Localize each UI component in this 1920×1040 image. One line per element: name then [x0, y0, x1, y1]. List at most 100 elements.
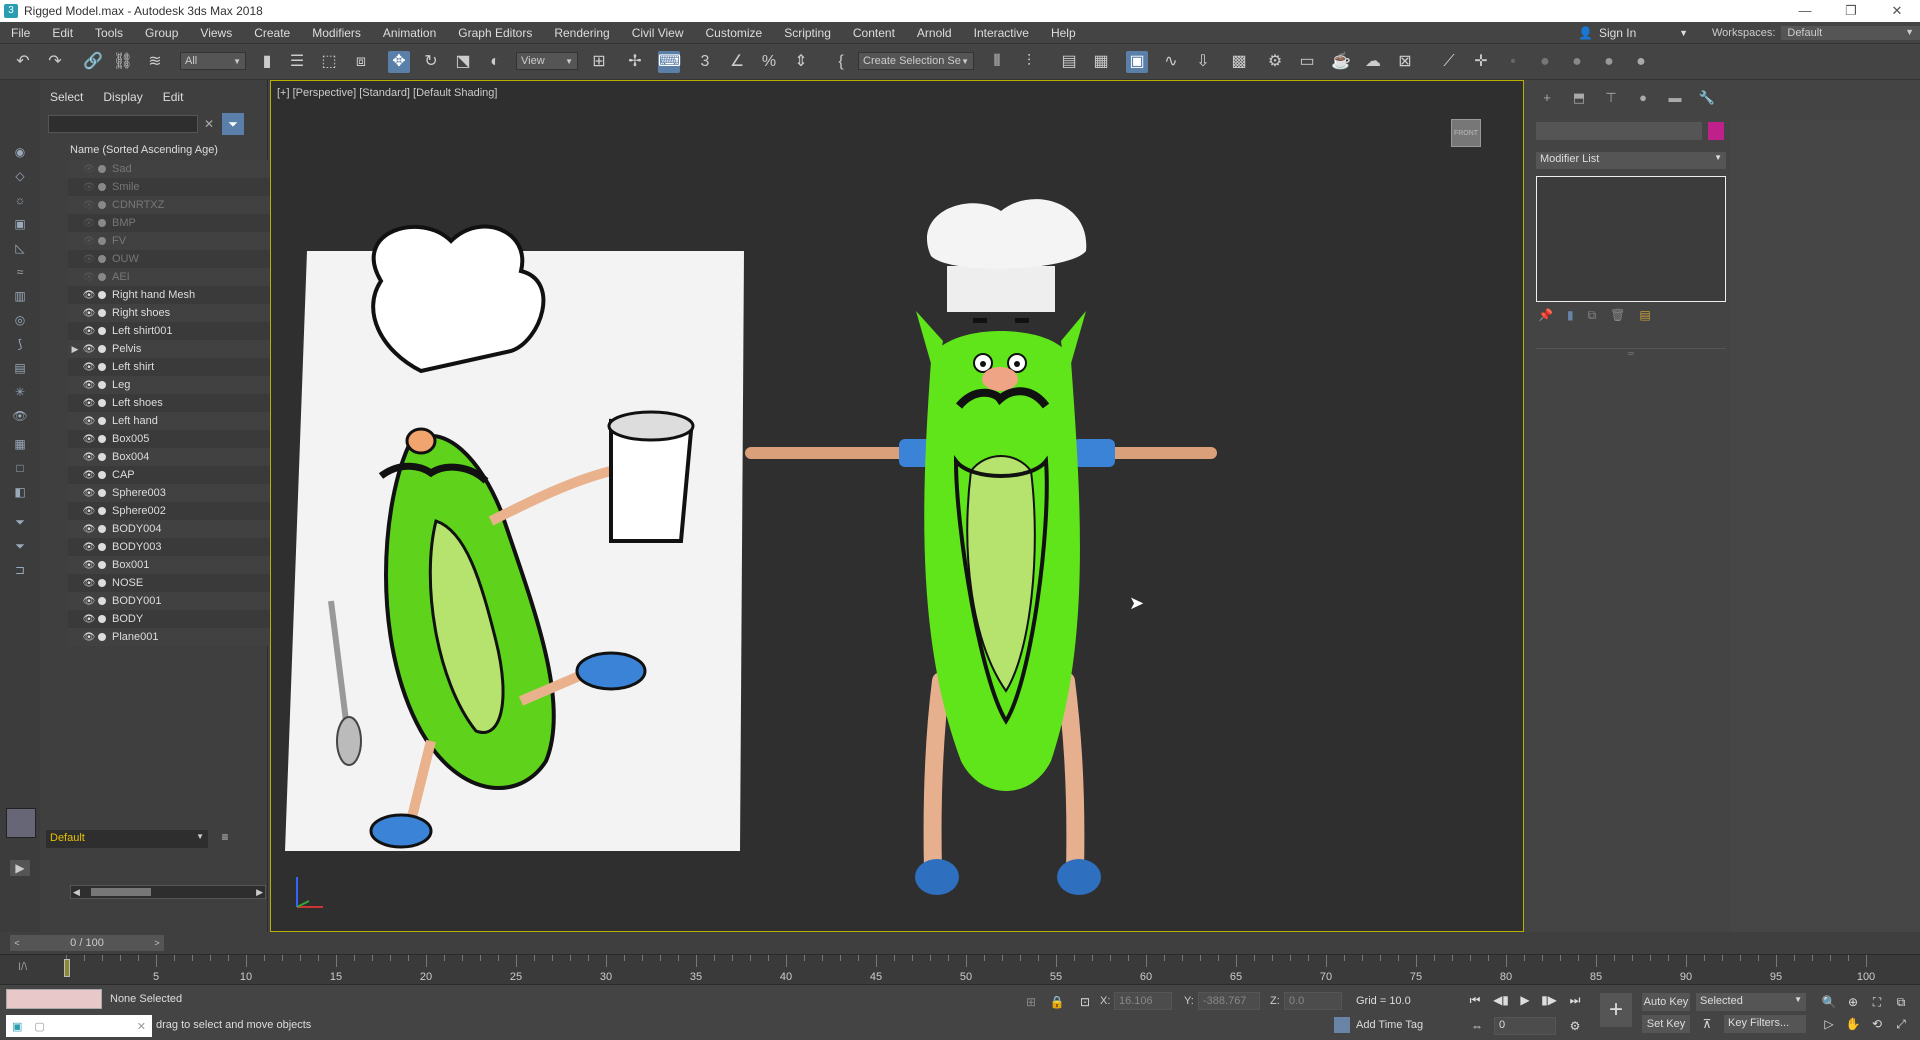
edit-named-selection-icon[interactable]: {	[830, 51, 852, 73]
freeze-toggle-icon[interactable]	[98, 561, 106, 569]
freeze-toggle-icon[interactable]	[98, 255, 106, 263]
list-item[interactable]: ▶ 👁 Pelvis	[68, 340, 304, 358]
playhead[interactable]	[64, 959, 70, 977]
undo-icon[interactable]: ↶	[12, 51, 34, 73]
freeze-toggle-icon[interactable]	[98, 345, 106, 353]
menu-modifiers[interactable]: Modifiers	[301, 22, 372, 44]
explorer-horizontal-scrollbar[interactable]: ◀ ▶	[70, 885, 266, 899]
tab-close-icon[interactable]: ✕	[137, 1020, 146, 1033]
make-unique-icon[interactable]: ⧉	[1588, 308, 1597, 323]
list-item[interactable]: 👁 Right shoes	[68, 304, 304, 322]
hierarchy-tab-icon[interactable]: ⊤	[1602, 90, 1620, 108]
expand-panel-icon[interactable]: ▶	[10, 860, 30, 876]
clear-search-icon[interactable]: ✕	[200, 115, 218, 133]
visibility-eye-icon[interactable]: 👁	[82, 200, 96, 211]
visibility-eye-icon[interactable]: 👁	[82, 488, 96, 499]
y-coord-field[interactable]: -388.767	[1198, 992, 1260, 1010]
visibility-eye-icon[interactable]: 👁	[82, 506, 96, 517]
freeze-toggle-icon[interactable]	[98, 291, 106, 299]
display-shapes-icon[interactable]: ◇	[12, 168, 28, 184]
display-lights-icon[interactable]: ☼	[12, 192, 28, 208]
display-frozen-icon[interactable]: 👁	[12, 408, 28, 424]
freeze-toggle-icon[interactable]	[98, 615, 106, 623]
selection-filter-dropdown[interactable]: All ▼	[180, 52, 246, 70]
filter-selected-icon[interactable]: ⏷	[12, 538, 28, 554]
render-production-icon[interactable]: ☕	[1330, 51, 1352, 73]
object-color-swatch[interactable]	[1708, 122, 1724, 140]
layer-color-swatch[interactable]	[6, 808, 36, 838]
visibility-eye-icon[interactable]: 👁	[82, 560, 96, 571]
layers-icon[interactable]: ≡	[216, 830, 234, 848]
menu-views[interactable]: Views	[189, 22, 243, 44]
display-cameras-icon[interactable]: ▣	[12, 216, 28, 232]
menu-create[interactable]: Create	[243, 22, 301, 44]
list-item[interactable]: 👁 Sad	[68, 160, 304, 178]
menu-group[interactable]: Group	[134, 22, 189, 44]
freeze-toggle-icon[interactable]	[98, 597, 106, 605]
layer-dropdown[interactable]: Default ▼	[46, 830, 208, 848]
visibility-eye-icon[interactable]: 👁	[82, 632, 96, 643]
link-icon[interactable]: 🔗	[82, 51, 104, 73]
zoom-all-icon[interactable]: ⊕	[1844, 993, 1862, 1011]
freeze-toggle-icon[interactable]	[98, 309, 106, 317]
create-tab-icon[interactable]: +	[1538, 90, 1556, 108]
visibility-eye-icon[interactable]: 👁	[82, 362, 96, 373]
freeze-toggle-icon[interactable]	[98, 381, 106, 389]
menu-interactive[interactable]: Interactive	[963, 22, 1040, 44]
visibility-eye-icon[interactable]: 👁	[82, 308, 96, 319]
set-key-button[interactable]: Set Key	[1642, 1015, 1690, 1033]
maxscript-listener-input[interactable]	[6, 989, 102, 1009]
name-column-header[interactable]: Name (Sorted Ascending Age)	[68, 142, 266, 158]
rendered-frame-window-icon[interactable]: ▭	[1296, 51, 1318, 73]
list-item[interactable]: 👁 Sphere003	[68, 484, 304, 502]
list-item[interactable]: 👁 Plane001	[68, 628, 304, 646]
go-to-end-icon[interactable]: ⏭	[1566, 991, 1584, 1009]
toggle-scene-explorer-icon[interactable]: ▤	[1058, 51, 1080, 73]
align-icon[interactable]: ⫶	[1018, 51, 1040, 73]
visibility-eye-icon[interactable]: 👁	[82, 218, 96, 229]
display-invert-icon[interactable]: ◧	[12, 484, 28, 500]
menu-scripting[interactable]: Scripting	[773, 22, 842, 44]
restore-button[interactable]: ❐	[1828, 0, 1874, 22]
previous-frame-icon[interactable]: ◀▮	[1492, 991, 1510, 1009]
menu-tools[interactable]: Tools	[84, 22, 134, 44]
visibility-eye-icon[interactable]: 👁	[82, 470, 96, 481]
menu-arnold[interactable]: Arnold	[906, 22, 963, 44]
select-object-icon[interactable]: ▮	[256, 51, 278, 73]
visibility-eye-icon[interactable]: 👁	[82, 434, 96, 445]
freeze-toggle-icon[interactable]	[98, 327, 106, 335]
auto-key-button[interactable]: Auto Key	[1642, 993, 1690, 1011]
list-item[interactable]: 👁 Left shoes	[68, 394, 304, 412]
freeze-toggle-icon[interactable]	[98, 489, 106, 497]
list-item[interactable]: 👁 Box005	[68, 430, 304, 448]
visibility-eye-icon[interactable]: 👁	[82, 236, 96, 247]
freeze-toggle-icon[interactable]	[98, 219, 106, 227]
select-scale-icon[interactable]: ⬔	[452, 51, 474, 73]
list-item[interactable]: 👁 BODY003	[68, 538, 304, 556]
remove-modifier-icon[interactable]: 🗑	[1610, 308, 1625, 323]
bind-space-warp-icon[interactable]: ≋	[144, 51, 166, 73]
visibility-eye-icon[interactable]: 👁	[82, 182, 96, 193]
explorer-tab-select[interactable]: Select	[40, 86, 93, 108]
zoom-extents-all-icon[interactable]: ⧉	[1892, 993, 1910, 1011]
workspaces-dropdown[interactable]: Default ▼	[1781, 26, 1920, 40]
list-item[interactable]: 👁 BODY	[68, 610, 304, 628]
isolate-icon[interactable]: ⊐	[12, 562, 28, 578]
freeze-toggle-icon[interactable]	[98, 417, 106, 425]
select-rotate-icon[interactable]: ↻	[420, 51, 442, 73]
transform-extra-icon[interactable]: ✛	[1470, 51, 1492, 73]
pin-stack-icon[interactable]: 📌	[1538, 308, 1553, 323]
angle-snap-icon[interactable]: ∠	[726, 51, 748, 73]
menu-customize[interactable]: Customize	[695, 22, 774, 44]
list-item[interactable]: 👁 CDNRTXZ	[68, 196, 304, 214]
configure-modifier-sets-icon[interactable]: ▤	[1639, 308, 1650, 323]
modifier-stack[interactable]	[1536, 176, 1726, 302]
display-all-icon[interactable]: ▦	[12, 436, 28, 452]
visibility-eye-icon[interactable]: 👁	[82, 596, 96, 607]
visibility-eye-icon[interactable]: 👁	[82, 578, 96, 589]
list-item[interactable]: 👁 OUW	[68, 250, 304, 268]
snaps-extra-icon[interactable]: ⟋	[1438, 51, 1460, 73]
list-item[interactable]: 👁 Left shirt	[68, 358, 304, 376]
scroll-right-icon[interactable]: ▶	[256, 886, 263, 898]
explorer-tab-edit[interactable]: Edit	[153, 86, 194, 108]
